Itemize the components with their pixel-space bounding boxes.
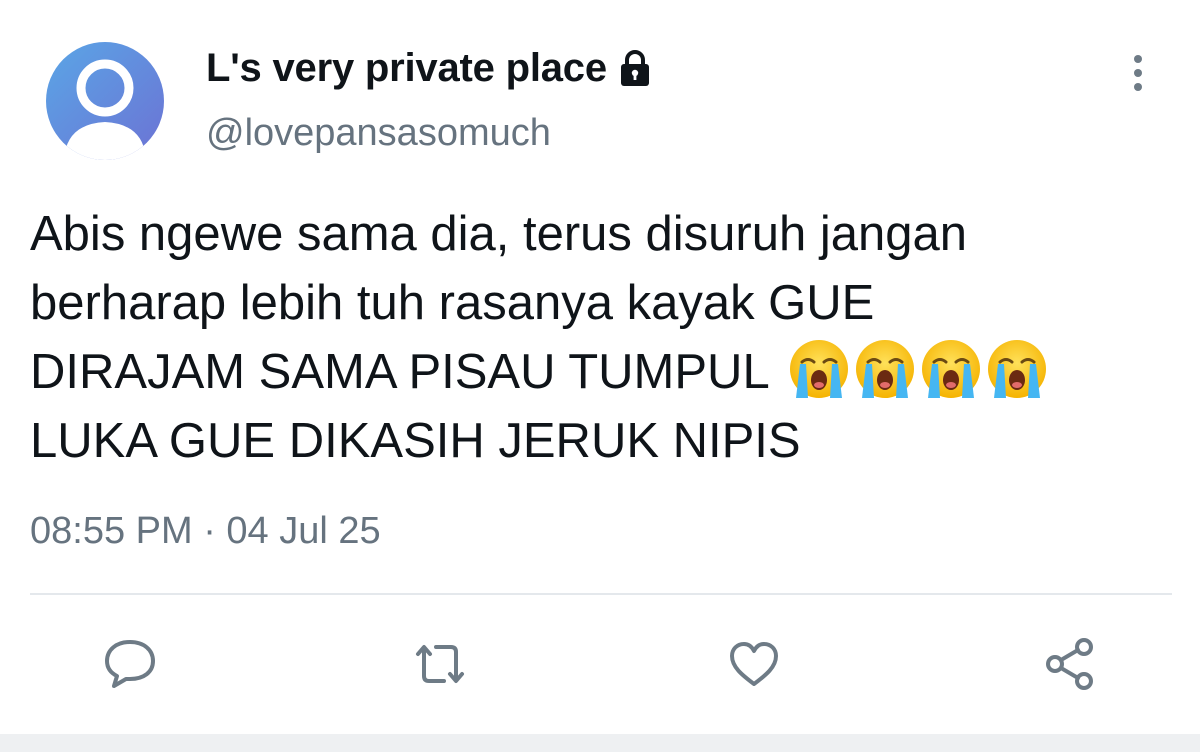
display-name-row[interactable]: L's very private place xyxy=(206,44,655,92)
more-options-icon[interactable] xyxy=(1120,52,1156,98)
share-button[interactable] xyxy=(1040,634,1100,694)
avatar[interactable] xyxy=(46,42,164,160)
tweet-text-line: Abis ngewe sama dia, terus disuruh janga… xyxy=(30,207,968,261)
loudly-crying-face-icon xyxy=(854,338,916,400)
loudly-crying-face-icon xyxy=(788,338,850,400)
tweet-text-line: LUKA GUE DIKASIH JERUK NIPIS xyxy=(30,414,801,468)
loudly-crying-face-icon xyxy=(920,338,982,400)
retweet-icon xyxy=(416,645,464,683)
heart-icon xyxy=(730,642,778,686)
retweet-button[interactable] xyxy=(410,634,470,694)
divider xyxy=(30,593,1172,595)
tweet-text-segment: DIRAJAM SAMA PISAU TUMPUL xyxy=(30,345,770,399)
tweet-text: Abis ngewe sama dia, terus disuruh janga… xyxy=(30,200,1170,476)
speech-bubble-icon xyxy=(105,640,155,688)
display-name[interactable]: L's very private place xyxy=(206,46,607,91)
loudly-crying-face-icon xyxy=(986,338,1048,400)
tweet-card: L's very private place @lovepansasomuch … xyxy=(0,0,1200,752)
emoji-group xyxy=(788,338,1052,400)
user-handle[interactable]: @lovepansasomuch xyxy=(206,112,551,155)
tweet-text-line: berharap lebih tuh rasanya kayak GUE xyxy=(30,276,875,330)
bottom-divider xyxy=(0,734,1200,752)
like-button[interactable] xyxy=(724,634,784,694)
lock-icon xyxy=(615,48,655,88)
reply-button[interactable] xyxy=(100,634,160,694)
timestamp[interactable]: 08:55 PM · 04 Jul 25 xyxy=(30,510,381,553)
default-avatar-icon xyxy=(46,42,164,160)
tweet-text-line: DIRAJAM SAMA PISAU TUMPUL xyxy=(30,338,1170,407)
share-icon xyxy=(1046,638,1093,690)
